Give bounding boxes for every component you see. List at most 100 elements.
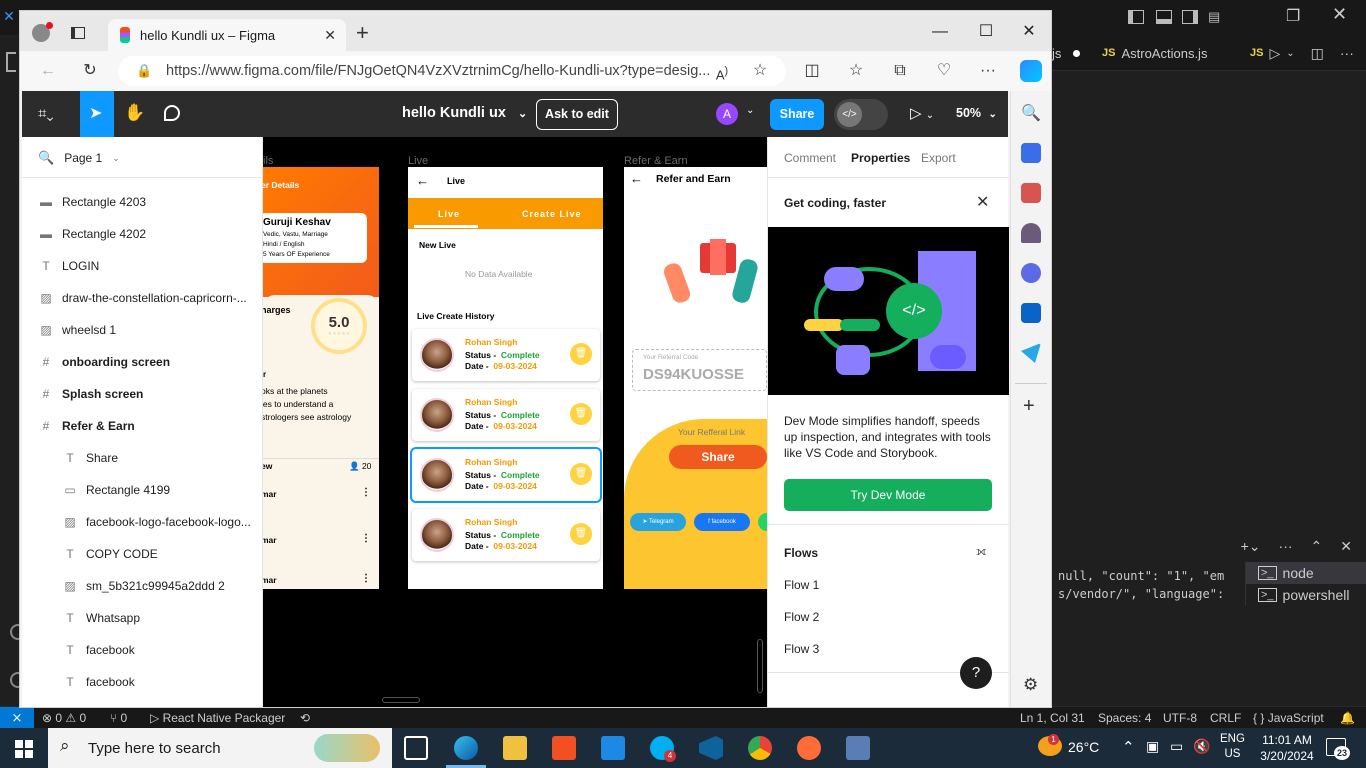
remote-icon[interactable]: ⨯	[0, 707, 34, 729]
split-editor-icon[interactable]: ◫	[1311, 45, 1324, 62]
file-name[interactable]: hello Kundli ux ⌄	[402, 105, 527, 121]
clock[interactable]: 11:01 AM 3/20/2024	[1258, 732, 1316, 764]
volume-muted-icon[interactable]: 🔇	[1193, 738, 1210, 755]
minimize-icon[interactable]: —	[917, 17, 963, 47]
address-bar[interactable]: 🔒 https://www.figma.com/file/FNJgOetQN4V…	[118, 56, 786, 86]
layer-item[interactable]: ▭ Rectangle 4199	[22, 474, 263, 506]
dev-mode-toggle[interactable]: </>	[834, 99, 888, 130]
toggle-sidebar-icon[interactable]	[1128, 10, 1144, 24]
flows-toggle-icon[interactable]: ⟗	[976, 544, 987, 559]
close-window-icon[interactable]: ✕	[1006, 17, 1052, 47]
layer-item[interactable]: T Whatsapp	[22, 602, 263, 634]
live-history-card[interactable]: Rohan Singh Status - Complete Date - 09-03…	[412, 509, 600, 561]
search-icon[interactable]: 🔍	[38, 150, 54, 166]
layer-item[interactable]: T Share	[22, 442, 263, 474]
copilot-icon[interactable]	[1020, 60, 1042, 82]
help-button[interactable]: ?	[960, 657, 992, 689]
language-indicator[interactable]: ENG US	[1220, 732, 1245, 762]
postman-icon[interactable]	[797, 736, 821, 760]
collections-icon[interactable]: ⧉	[888, 60, 912, 82]
indentation[interactable]: Spaces: 4	[1098, 711, 1151, 725]
kebab-menu-icon[interactable]: ⋮	[361, 533, 371, 544]
editor-tab-js[interactable]: js	[1052, 35, 1086, 71]
user-avatar[interactable]: A	[716, 103, 738, 125]
chrome-icon[interactable]	[748, 736, 772, 760]
performance-icon[interactable]: ♡	[932, 60, 956, 82]
flow-item[interactable]: Flow 1	[784, 578, 819, 592]
tab-export[interactable]: Export	[921, 151, 956, 165]
start-icon[interactable]	[15, 740, 33, 758]
layer-item[interactable]: ▨ draw-the-constellation-capricorn-...	[22, 282, 263, 314]
flow-item[interactable]: Flow 2	[784, 610, 819, 624]
task-view-icon[interactable]	[404, 736, 428, 760]
live-history-card[interactable]: Rohan Singh Status - Complete Date - 09-03…	[412, 389, 600, 441]
settings-gear-icon[interactable]: ⚙	[1023, 675, 1038, 695]
more-icon[interactable]: ···	[1279, 538, 1293, 554]
run-icon[interactable]: ▷	[1269, 45, 1280, 62]
store-icon[interactable]	[552, 736, 576, 760]
tab-properties[interactable]: Properties	[851, 151, 910, 165]
file-explorer-icon[interactable]	[503, 736, 527, 760]
facebook-button[interactable]: f facebook	[694, 513, 750, 531]
editor-tab-astroactions[interactable]: JS AstroActions.js	[1102, 35, 1207, 71]
shopping-icon[interactable]	[1021, 143, 1041, 163]
terminal-node[interactable]: >_ node	[1246, 562, 1366, 584]
mail-icon[interactable]	[601, 736, 625, 760]
tab-actions-icon[interactable]	[71, 27, 85, 39]
favorites-icon[interactable]: ☆	[844, 60, 868, 82]
new-tab-icon[interactable]: +	[356, 22, 369, 44]
maximize-panel-icon[interactable]: ⌃	[1311, 538, 1323, 555]
remote-desktop-icon[interactable]	[846, 736, 870, 760]
add-icon[interactable]: +	[1023, 395, 1035, 418]
comment-tool-icon[interactable]	[164, 105, 180, 121]
layer-item[interactable]: T COPY CODE	[22, 538, 263, 570]
live-history-card[interactable]: Rohan Singh Status - Complete Date - 09-03…	[412, 329, 600, 381]
taskbar-search[interactable]: ⌕ Type here to search	[48, 728, 392, 768]
delete-icon[interactable]: 🗑	[570, 343, 592, 365]
tab-comment[interactable]: Comment	[784, 151, 836, 165]
microsoft365-icon[interactable]	[1021, 263, 1041, 283]
layer-item[interactable]: Tfacebook	[22, 634, 263, 666]
camera-icon[interactable]: ▣	[1146, 738, 1159, 755]
present-play-icon[interactable]: ▷ ⌄	[910, 104, 934, 122]
layer-item[interactable]: # onboarding screen	[22, 346, 263, 378]
refer-earn-frame[interactable]: ← Refer and Earn Your Referral Code DS94…	[624, 167, 767, 589]
layer-item[interactable]: # Refer & Earn	[22, 410, 263, 442]
vs-restore-icon[interactable]: ❐	[1286, 6, 1306, 26]
chevron-down-icon[interactable]: ⌄	[746, 105, 754, 116]
delete-icon[interactable]: 🗑	[570, 403, 592, 425]
tools-icon[interactable]	[1021, 183, 1041, 203]
page-selector[interactable]: 🔍 Page 1 ⌄	[38, 150, 120, 166]
toggle-secondary-sidebar-icon[interactable]	[1182, 10, 1198, 24]
close-promo-icon[interactable]: ✕	[976, 192, 989, 212]
layer-item[interactable]: T LOGIN	[22, 250, 263, 282]
figma-menu-icon[interactable]: ⌗⌄	[38, 105, 54, 122]
read-aloud-icon[interactable]: A)	[710, 60, 734, 82]
hand-tool-icon[interactable]: ✋	[124, 103, 145, 123]
close-panel-icon[interactable]: ✕	[1340, 538, 1352, 555]
edge-taskbar-icon[interactable]	[454, 736, 478, 760]
outlook-icon[interactable]	[1021, 303, 1041, 323]
maximize-icon[interactable]: ☐	[963, 17, 1009, 47]
back-arrow-icon[interactable]: ←	[416, 173, 429, 188]
layer-item[interactable]: Tfacebook	[22, 666, 263, 698]
new-terminal-icon[interactable]: +⌄	[1241, 538, 1261, 555]
weather-temp[interactable]: 26°C	[1068, 739, 1099, 755]
sync-icon[interactable]: ⟲	[300, 711, 310, 725]
explorer-icon[interactable]	[6, 52, 16, 72]
zoom-control[interactable]: 50% ⌄	[956, 106, 997, 120]
notifications-bell-icon[interactable]: 🔔	[1340, 711, 1355, 725]
live-frame[interactable]: ← Live Live Create Live New Live No Data…	[408, 167, 603, 589]
layer-item[interactable]: ▬ Rectangle 4203	[22, 186, 263, 218]
tab-create-live[interactable]: Create Live	[522, 209, 582, 219]
refresh-icon[interactable]: ↻	[78, 60, 102, 82]
more-actions-icon[interactable]: ···	[1340, 45, 1354, 61]
layer-item[interactable]: ▬ Rectangle 4202	[22, 218, 263, 250]
language-mode[interactable]: { } JavaScript	[1253, 711, 1324, 725]
ports-status[interactable]: ⑂ 0	[110, 711, 127, 725]
share-button[interactable]: Share	[669, 445, 767, 469]
search-icon[interactable]: 🔍	[1021, 103, 1041, 123]
ask-to-edit-button[interactable]: Ask to edit	[536, 99, 618, 130]
line-ending[interactable]: CRLF	[1210, 711, 1241, 725]
customize-layout-icon[interactable]: ▤	[1208, 9, 1224, 25]
